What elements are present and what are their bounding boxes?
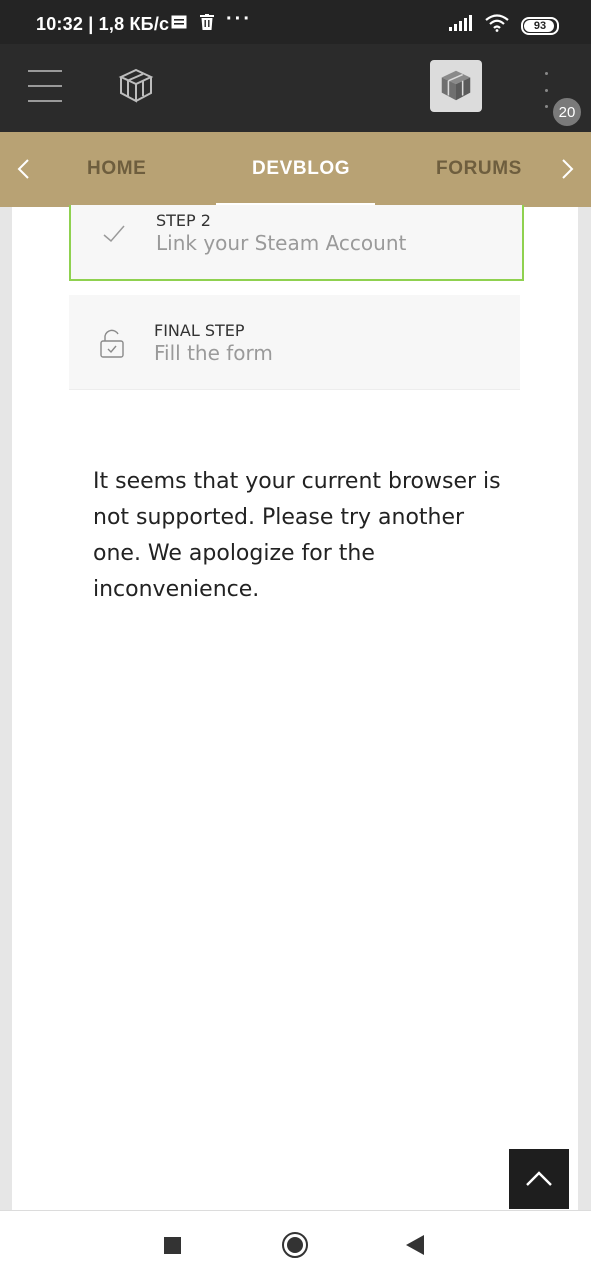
message-icon xyxy=(170,13,188,31)
menu-icon[interactable] xyxy=(28,70,62,106)
tab-devblog[interactable]: DEVBLOG xyxy=(252,158,350,180)
battery-level: 93 xyxy=(533,19,547,32)
user-avatar[interactable] xyxy=(430,60,482,112)
overflow-menu-icon[interactable] xyxy=(538,72,554,108)
section-nav: HOME DEVBLOG FORUMS xyxy=(0,132,591,207)
form-container: It seems that your current browser is no… xyxy=(69,390,522,1210)
step-2-label: STEP 2 xyxy=(156,211,211,230)
back-button[interactable] xyxy=(406,1235,424,1255)
final-step-title: Fill the form xyxy=(154,341,273,365)
status-icons-left: ··· xyxy=(170,8,252,31)
unlock-icon xyxy=(99,329,125,358)
logo-icon[interactable] xyxy=(116,66,156,106)
status-bar: 10:32 | 1,8 КБ/с ··· 93 xyxy=(0,0,591,44)
chevron-right-icon[interactable] xyxy=(553,154,583,184)
trash-icon xyxy=(198,13,216,31)
app-header: 20 xyxy=(0,44,591,132)
tab-home[interactable]: HOME xyxy=(87,158,146,180)
checkmark-icon xyxy=(101,221,127,247)
battery-icon: 93 xyxy=(521,16,559,35)
status-icons-right: 93 xyxy=(449,14,559,37)
signal-icon xyxy=(449,15,473,36)
system-navigation-bar xyxy=(0,1210,591,1281)
step-2-card[interactable]: STEP 2 Link your Steam Account xyxy=(69,205,524,281)
more-dots-icon: ··· xyxy=(226,7,252,30)
chevron-left-icon[interactable] xyxy=(8,154,38,184)
scroll-to-top-button[interactable] xyxy=(509,1149,569,1209)
status-time: 10:32 | 1,8 КБ/с xyxy=(36,14,170,34)
unsupported-browser-message: It seems that your current browser is no… xyxy=(93,469,501,602)
step-2-title: Link your Steam Account xyxy=(156,231,407,255)
notification-badge[interactable]: 20 xyxy=(551,96,583,128)
home-button[interactable] xyxy=(282,1232,308,1258)
page-content: STEP 2 Link your Steam Account FINAL STE… xyxy=(12,205,578,1210)
wifi-icon xyxy=(485,14,509,37)
final-step-label: FINAL STEP xyxy=(154,321,245,340)
chevron-up-icon xyxy=(526,1171,552,1186)
final-step-card[interactable]: FINAL STEP Fill the form xyxy=(69,295,520,390)
tab-forums[interactable]: FORUMS xyxy=(436,158,522,180)
recents-button[interactable] xyxy=(164,1237,181,1254)
